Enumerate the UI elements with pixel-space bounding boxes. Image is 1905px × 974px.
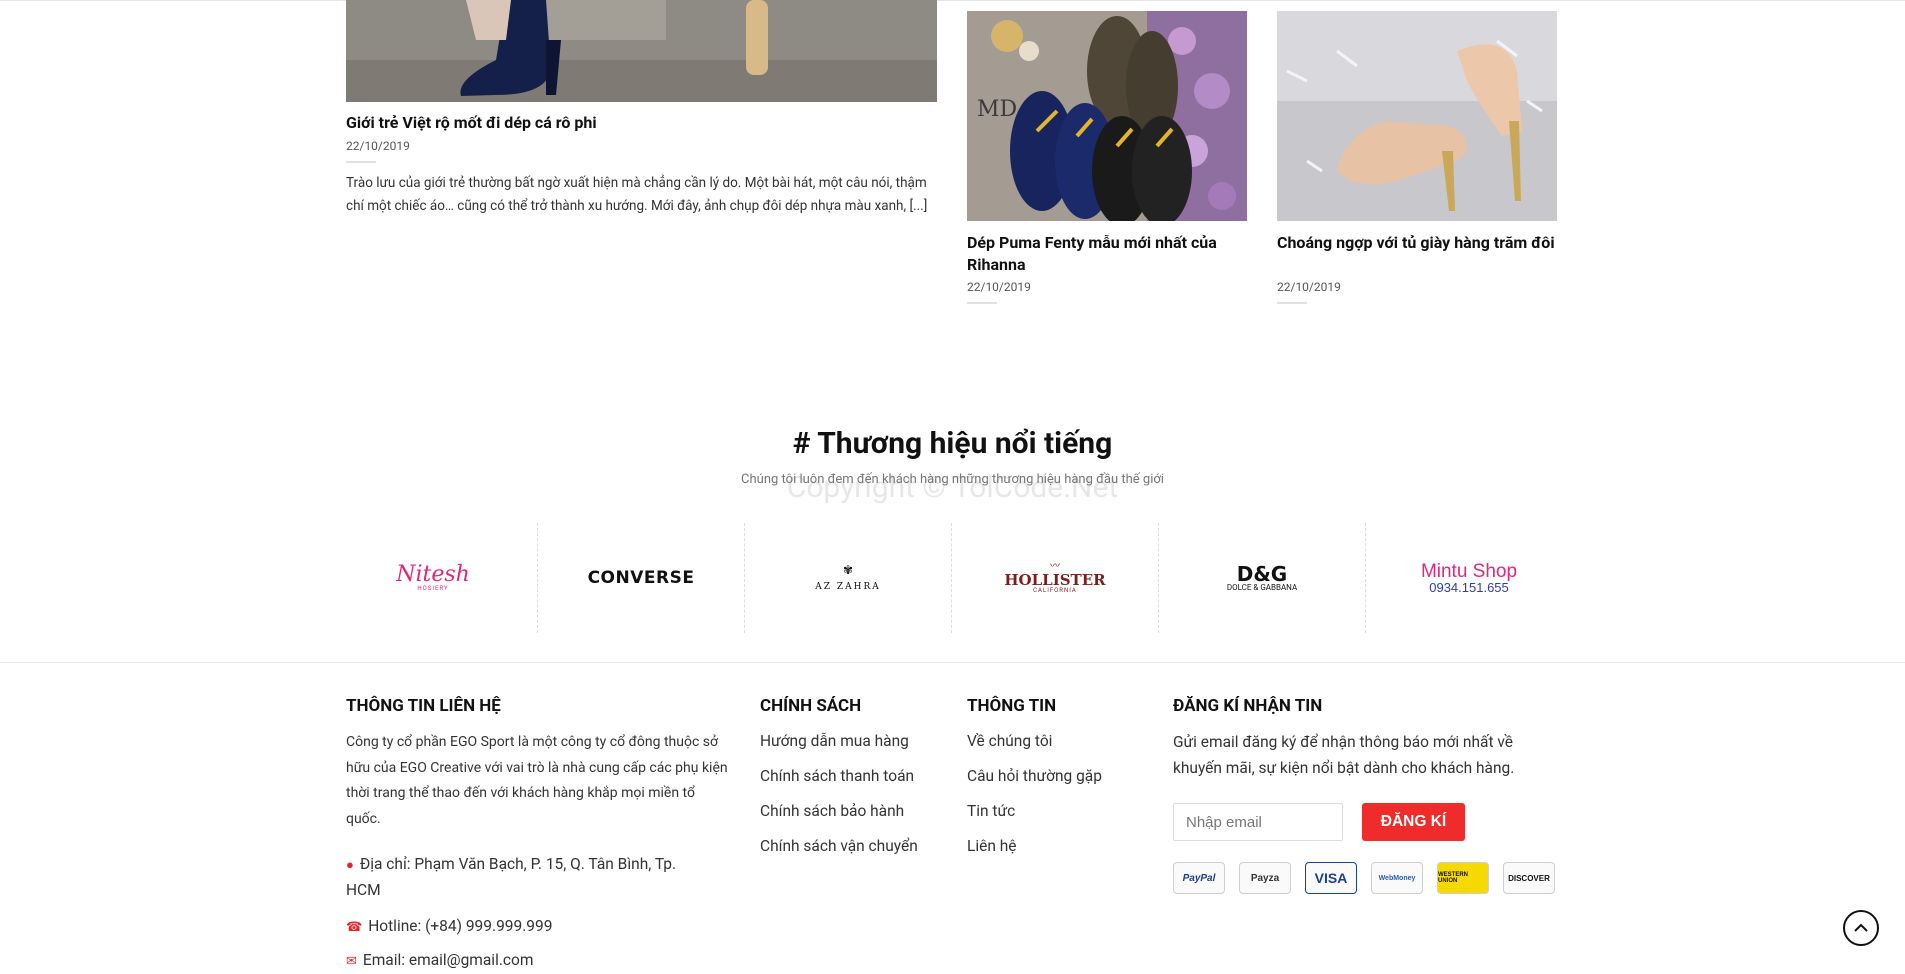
- footer-heading-info: THÔNG TIN: [967, 696, 1057, 716]
- brand-name-nitesh: Nitesh: [396, 562, 470, 587]
- brand-logo-mintu[interactable]: Mintu Shop 0934.151.655: [1366, 523, 1572, 633]
- footer-address: ● Địa chỉ: Phạm Văn Bạch, P. 15, Q. Tân B…: [346, 852, 706, 903]
- footer-link-shipping-policy[interactable]: Chính sách vận chuyển: [760, 837, 918, 855]
- newsletter-text: Gửi email đăng ký để nhận thông báo mới …: [1173, 733, 1515, 777]
- post-date-heels: 22/10/2019: [1277, 280, 1341, 294]
- footer-email: ✉ Email: email@gmail.com: [346, 948, 706, 974]
- footer-link-buying-guide[interactable]: Hướng dẫn mua hàng: [760, 732, 909, 750]
- footer-heading-newsletter: ĐĂNG KÍ NHẬN TIN: [1173, 696, 1323, 716]
- brand-logo-converse[interactable]: CONVERSE: [538, 523, 744, 633]
- post-date-main: 22/10/2019: [346, 139, 410, 153]
- brands-subtitle: Chúng tôi luôn đem đến khách hàng những …: [741, 472, 1164, 487]
- post-divider: [346, 161, 376, 163]
- payza-badge: Payza: [1239, 862, 1291, 894]
- post-title-heels[interactable]: Choáng ngợp với tủ giày hàng trăm đôi: [1277, 232, 1557, 254]
- footer-email-text: Email: email@gmail.com: [362, 951, 534, 969]
- footer-link-about[interactable]: Về chúng tôi: [967, 732, 1052, 750]
- footer-heading-contact: THÔNG TIN LIÊN HỆ: [346, 696, 501, 716]
- footer-about-text: Công ty cổ phần EGO Sport là một công ty…: [346, 734, 728, 827]
- footer-top-border: [0, 662, 1905, 663]
- brand-name-mintu: Mintu Shop: [1420, 561, 1518, 582]
- footer-link-warranty-policy[interactable]: Chính sách bảo hành: [760, 802, 904, 820]
- footer-hotline-text: Hotline: (+84) 999.999.999: [368, 917, 553, 935]
- paypal-badge: PayPal: [1173, 862, 1225, 894]
- post-thumbnail-heels[interactable]: [1277, 11, 1557, 221]
- post-thumbnail-puma[interactable]: MD: [967, 11, 1247, 221]
- post-title-puma[interactable]: Dép Puma Fenty mẫu mới nhất của Rihanna: [967, 232, 1247, 276]
- brand-sub-mintu: 0934.151.655: [1429, 580, 1509, 595]
- map-pin-icon: ●: [346, 858, 354, 873]
- post-title-main[interactable]: Giới trẻ Việt rộ mốt đi dép cá rô phi: [346, 113, 597, 132]
- chevron-up-icon: [1854, 923, 1868, 932]
- post-divider: [1277, 302, 1307, 304]
- brand-logo-hollister[interactable]: 〰 HOLLISTER CALIFORNIA: [952, 523, 1158, 633]
- brand-logo-dg[interactable]: D&G DOLCE & GABBANA: [1159, 523, 1365, 633]
- footer-link-contact[interactable]: Liên hệ: [967, 837, 1017, 855]
- footer-link-payment-policy[interactable]: Chính sách thanh toán: [760, 767, 914, 785]
- webmoney-badge: WebMoney: [1371, 862, 1423, 894]
- post-date-puma: 22/10/2019: [967, 280, 1031, 294]
- photo-watermark: MD: [977, 97, 1017, 122]
- footer-link-faq[interactable]: Câu hỏi thường gặp: [967, 767, 1102, 785]
- post-divider: [967, 302, 997, 304]
- top-border: [0, 0, 1905, 1]
- scroll-to-top-button[interactable]: [1843, 910, 1879, 946]
- footer-link-news[interactable]: Tin tức: [967, 802, 1015, 820]
- western-union-badge: WESTERN UNION: [1437, 862, 1489, 894]
- brand-name-dg: D&G: [1236, 562, 1288, 586]
- newsletter-email-input[interactable]: [1173, 803, 1343, 841]
- brand-sub-dg: DOLCE & GABBANA: [1226, 583, 1298, 592]
- visa-badge: VISA: [1305, 862, 1357, 894]
- brand-name-azzahra: AZ ZAHRA: [815, 582, 881, 592]
- brand-logo-nitesh[interactable]: Nitesh HOSIERY: [330, 523, 536, 633]
- flower-icon: ✾: [842, 563, 854, 577]
- discover-badge: DISCOVER: [1503, 862, 1555, 894]
- post-thumbnail-main[interactable]: [346, 0, 937, 102]
- brands-heading: # Thương hiệu nổi tiếng: [792, 426, 1113, 461]
- phone-icon: ☎: [346, 920, 363, 935]
- brand-name-converse: CONVERSE: [587, 568, 695, 588]
- footer-address-text: Địa chỉ: Phạm Văn Bạch, P. 15, Q. Tân Bì…: [346, 855, 677, 899]
- footer-heading-policy: CHÍNH SÁCH: [760, 696, 862, 716]
- newsletter-subscribe-button[interactable]: ĐĂNG KÍ: [1362, 803, 1465, 841]
- post-excerpt-main: Trào lưu của giới trẻ thường bất ngờ xuấ…: [346, 175, 928, 214]
- brand-logo-azzahra[interactable]: ✾ AZ ZAHRA: [745, 523, 951, 633]
- footer-hotline: ☎ Hotline: (+84) 999.999.999: [346, 914, 706, 940]
